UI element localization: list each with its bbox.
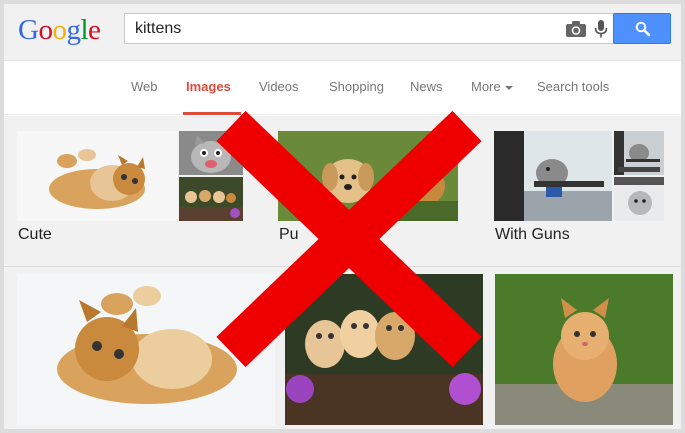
group-label-with-guns[interactable]: With Guns (495, 226, 570, 244)
logo-letter: g (66, 14, 81, 46)
tab-videos[interactable]: Videos (259, 79, 299, 94)
kitten-thumbnail[interactable] (179, 177, 243, 221)
tabs-bar: Web Images Videos Shopping News More Sea… (4, 61, 681, 115)
kitten-large-image[interactable] (17, 274, 275, 425)
active-tab-indicator (183, 112, 241, 115)
logo-letter: e (88, 14, 101, 46)
magnifier-icon (635, 21, 651, 37)
tab-shopping[interactable]: Shopping (329, 79, 384, 94)
tab-news[interactable]: News (410, 79, 443, 94)
chevron-down-icon (504, 85, 513, 90)
kitten-gun-thumbnail[interactable] (494, 131, 612, 221)
kittens-group-image[interactable] (285, 274, 483, 425)
group-label-puppies[interactable]: Pu (279, 226, 299, 244)
search-button[interactable] (613, 13, 671, 44)
kitten-gun-thumbnail[interactable] (614, 177, 664, 221)
large-image-row (4, 266, 681, 429)
logo-letter: l (80, 14, 89, 46)
kitten-gun-thumbnail[interactable] (614, 131, 664, 175)
screenshot-frame: Google kittens Web Images Videos Shoppin… (0, 0, 685, 433)
tab-more-label: More (471, 79, 501, 94)
image-results: Cute Pu With Guns (4, 116, 681, 429)
search-input[interactable] (135, 19, 555, 39)
search-box (124, 13, 614, 44)
tab-web[interactable]: Web (131, 79, 158, 94)
logo-letter: G (18, 14, 39, 46)
header: Google (4, 4, 681, 61)
google-logo[interactable]: Google (18, 14, 101, 47)
camera-icon[interactable] (565, 20, 587, 38)
tab-search-tools[interactable]: Search tools (537, 79, 609, 94)
puppy-thumbnail[interactable] (278, 131, 458, 221)
microphone-icon[interactable] (593, 19, 609, 39)
logo-letter: o (52, 14, 67, 46)
kitten-grass-image[interactable] (495, 274, 673, 425)
tab-images[interactable]: Images (186, 79, 231, 94)
kitten-thumbnail[interactable] (17, 131, 177, 221)
logo-letter: o (38, 14, 53, 46)
kitten-thumbnail[interactable] (179, 131, 243, 175)
group-label-cute[interactable]: Cute (18, 226, 52, 244)
tab-more[interactable]: More (471, 79, 513, 94)
